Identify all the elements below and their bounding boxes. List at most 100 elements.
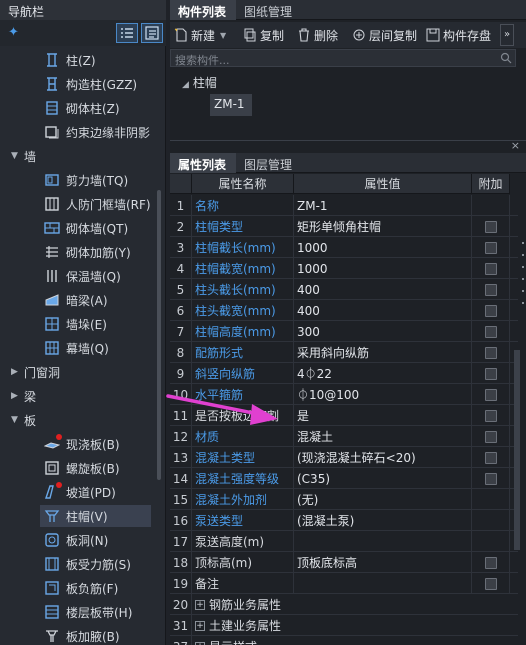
- nav-item[interactable]: 螺旋板(B): [0, 456, 158, 480]
- extra-checkbox[interactable]: [484, 325, 497, 338]
- property-row[interactable]: 4 柱帽截宽(mm) 1000: [170, 258, 518, 279]
- nav-group[interactable]: ▼ 板: [0, 408, 158, 432]
- nav-item[interactable]: 构造柱(GZZ): [0, 72, 158, 96]
- property-value[interactable]: 顶板底标高: [294, 552, 472, 573]
- nav-item[interactable]: 砌体墙(QT): [0, 216, 158, 240]
- property-value[interactable]: 采用斜向纵筋: [294, 342, 472, 363]
- property-row[interactable]: 13 混凝土类型 (现浇混凝土碎石<20): [170, 447, 518, 468]
- property-row[interactable]: 18 顶标高(m) 顶板底标高: [170, 552, 518, 573]
- property-value[interactable]: 混凝土: [294, 426, 472, 447]
- property-value[interactable]: 4⏀22: [294, 363, 472, 384]
- nav-item[interactable]: 板受力筋(S): [0, 552, 158, 576]
- property-row[interactable]: 37+ 显示样式: [170, 636, 518, 645]
- extra-checkbox[interactable]: [484, 241, 497, 254]
- property-value[interactable]: ZM-1: [294, 195, 472, 216]
- extra-checkbox[interactable]: [484, 577, 497, 590]
- extra-checkbox[interactable]: [484, 451, 497, 464]
- property-value[interactable]: 1000: [294, 237, 472, 258]
- new-dropdown-icon[interactable]: ▼: [220, 31, 226, 40]
- nav-item[interactable]: 墙垛(E): [0, 312, 158, 336]
- property-row[interactable]: 8 配筋形式 采用斜向纵筋: [170, 342, 518, 363]
- edge-grip-icon[interactable]: [521, 240, 525, 310]
- tree-node-column-cap[interactable]: ◢ 柱帽: [182, 74, 217, 91]
- nav-group[interactable]: ▶ 梁: [0, 384, 158, 408]
- property-value[interactable]: 300: [294, 321, 472, 342]
- property-row[interactable]: 6 柱头截宽(mm) 400: [170, 300, 518, 321]
- property-value[interactable]: 是: [294, 405, 472, 426]
- tab-drawing-management[interactable]: 图纸管理: [236, 0, 302, 20]
- close-icon[interactable]: ×: [511, 139, 520, 152]
- property-row[interactable]: 7 柱帽高度(mm) 300: [170, 321, 518, 342]
- property-value[interactable]: [294, 531, 472, 552]
- property-row[interactable]: 9 斜竖向纵筋 4⏀22: [170, 363, 518, 384]
- delete-button[interactable]: 删除: [297, 26, 338, 44]
- property-row[interactable]: 2 柱帽类型 矩形单倾角柱帽: [170, 216, 518, 237]
- property-row[interactable]: 15 混凝土外加剂 (无): [170, 489, 518, 510]
- extra-checkbox[interactable]: [484, 346, 497, 359]
- search-icon[interactable]: [500, 52, 512, 64]
- nav-item[interactable]: 楼层板带(H): [0, 600, 158, 624]
- property-value[interactable]: (混凝土泵): [294, 510, 472, 531]
- copy-button[interactable]: 复制: [243, 26, 284, 44]
- nav-group[interactable]: ▼ 墙: [0, 144, 158, 168]
- nav-scrollbar[interactable]: [157, 190, 161, 480]
- extra-checkbox[interactable]: [484, 388, 497, 401]
- property-value[interactable]: ⏀10@100: [294, 384, 472, 405]
- nav-item[interactable]: 板负筋(F): [0, 576, 158, 600]
- nav-item[interactable]: 幕墙(Q): [0, 336, 158, 360]
- property-row[interactable]: 20 + 钢筋业务属性: [170, 594, 518, 615]
- property-row[interactable]: 16 泵送类型 (混凝土泵): [170, 510, 518, 531]
- property-row[interactable]: 17 泵送高度(m): [170, 531, 518, 552]
- layer-copy-button[interactable]: 层间复制: [352, 26, 417, 44]
- expand-plus-icon[interactable]: +: [195, 620, 205, 631]
- expand-down-icon[interactable]: ▼: [11, 415, 19, 425]
- extra-checkbox[interactable]: [484, 262, 497, 275]
- expand-right-icon[interactable]: ▶: [11, 391, 19, 401]
- property-row[interactable]: 5 柱头截长(mm) 400: [170, 279, 518, 300]
- expand-right-icon[interactable]: ▶: [11, 367, 19, 377]
- component-search-input[interactable]: 搜索构件...: [170, 49, 516, 67]
- pin-icon[interactable]: ✦: [8, 25, 19, 40]
- nav-item[interactable]: 剪力墙(TQ): [0, 168, 158, 192]
- extra-checkbox[interactable]: [484, 409, 497, 422]
- more-tools-button[interactable]: »: [500, 24, 514, 46]
- property-value[interactable]: 400: [294, 279, 472, 300]
- nav-item[interactable]: 板洞(N): [0, 528, 158, 552]
- nav-item[interactable]: 暗梁(A): [0, 288, 158, 312]
- property-value[interactable]: 400: [294, 300, 472, 321]
- nav-item[interactable]: 约束边缘非阴影: [0, 120, 158, 144]
- property-row[interactable]: 31 + 土建业务属性: [170, 615, 518, 636]
- property-row[interactable]: 1 名称 ZM-1: [170, 195, 518, 216]
- nav-item[interactable]: 板加腋(B): [0, 624, 158, 645]
- expand-down-icon[interactable]: ▼: [11, 151, 19, 161]
- extra-checkbox[interactable]: [484, 220, 497, 233]
- nav-item[interactable]: 坡道(PD): [0, 480, 158, 504]
- extra-checkbox[interactable]: [484, 283, 497, 296]
- property-row[interactable]: 14 混凝土强度等级 (C35): [170, 468, 518, 489]
- tab-component-list[interactable]: 构件列表: [170, 0, 236, 20]
- expand-plus-icon[interactable]: +: [195, 599, 205, 610]
- property-value[interactable]: [294, 573, 472, 594]
- extra-checkbox[interactable]: [484, 367, 497, 380]
- nav-item[interactable]: 现浇板(B): [0, 432, 158, 456]
- nav-item[interactable]: 砌体柱(Z): [0, 96, 158, 120]
- list-view-button[interactable]: [116, 23, 138, 43]
- property-value[interactable]: (现浇混凝土碎石<20): [294, 447, 472, 468]
- property-value[interactable]: (无): [294, 489, 472, 510]
- tab-layer-management[interactable]: 图层管理: [236, 153, 302, 173]
- new-button[interactable]: 新建 ▼: [174, 26, 226, 44]
- panel-splitter[interactable]: ×: [170, 139, 526, 152]
- tab-property-list[interactable]: 属性列表: [170, 153, 236, 173]
- detail-view-button[interactable]: [141, 23, 163, 43]
- expand-plus-icon[interactable]: +: [195, 641, 205, 645]
- extra-checkbox[interactable]: [484, 472, 497, 485]
- save-component-button[interactable]: 构件存盘: [426, 26, 491, 44]
- extra-checkbox[interactable]: [484, 430, 497, 443]
- extra-checkbox[interactable]: [484, 304, 497, 317]
- tree-node-zm-1[interactable]: ZM-1: [210, 94, 252, 116]
- nav-item[interactable]: 柱帽(V): [0, 504, 158, 528]
- property-scrollbar[interactable]: [514, 350, 520, 550]
- property-value[interactable]: (C35): [294, 468, 472, 489]
- property-row[interactable]: 19 备注: [170, 573, 518, 594]
- property-value[interactable]: 矩形单倾角柱帽: [294, 216, 472, 237]
